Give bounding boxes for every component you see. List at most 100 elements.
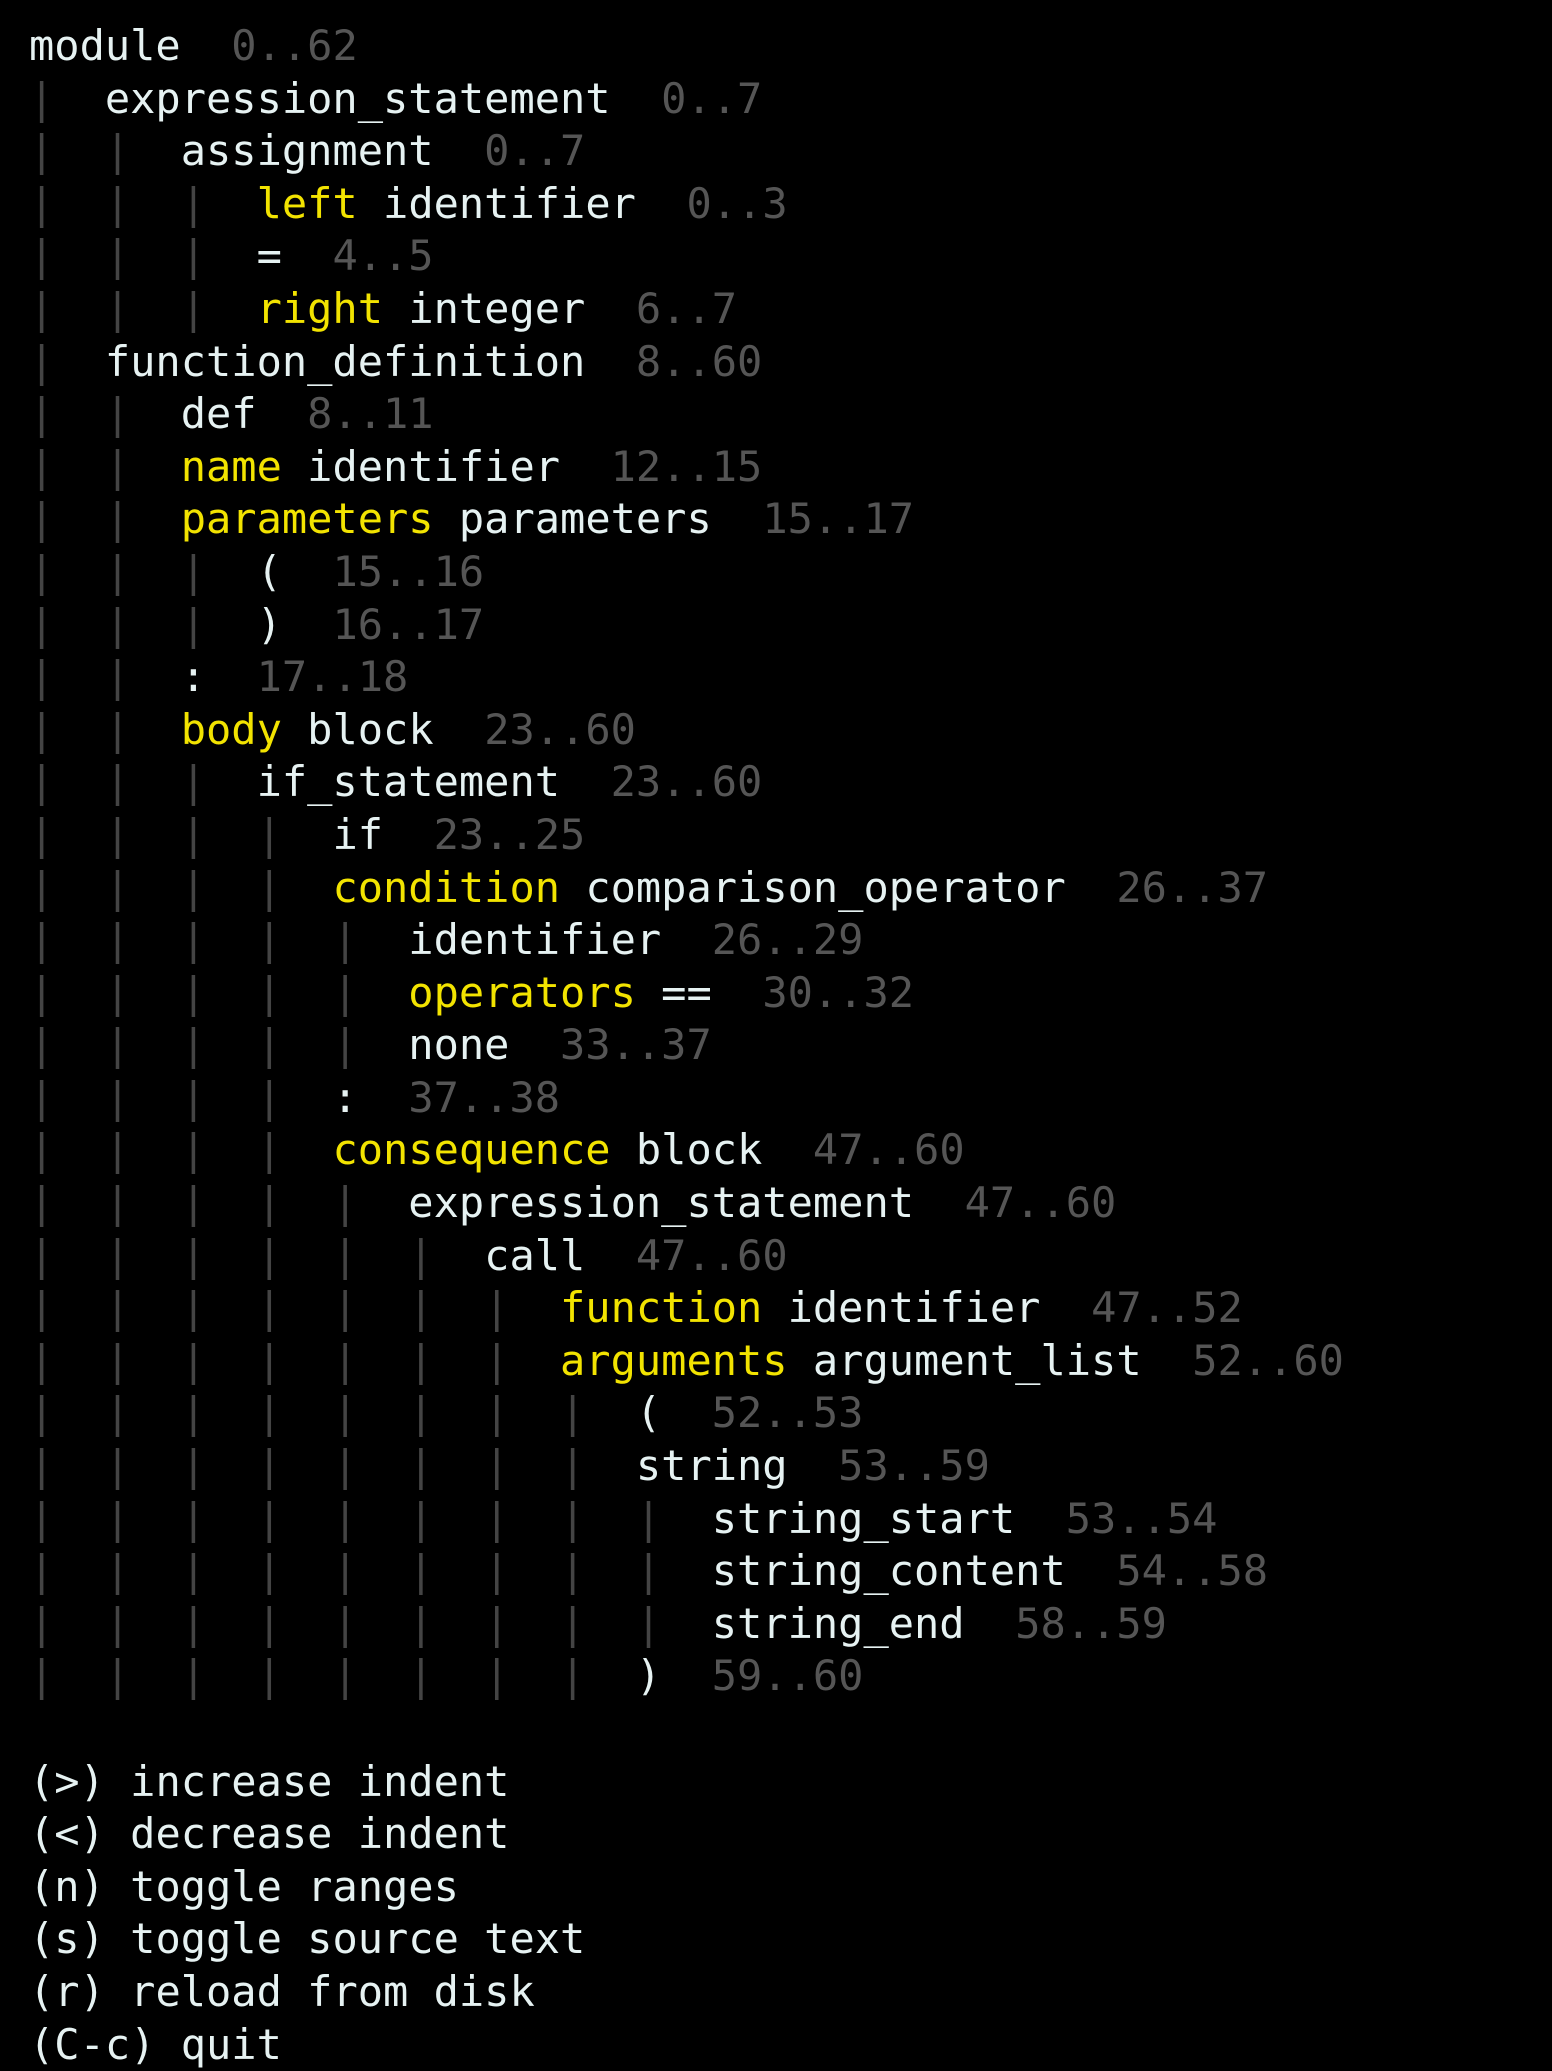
node-field-name: consequence — [332, 1125, 611, 1175]
tree-node[interactable]: | function_definition 8..60 — [29, 336, 1344, 389]
tree-node[interactable]: | | assignment 0..7 — [29, 125, 1344, 178]
node-kind: parameters — [458, 494, 712, 544]
tree-guide-bar: | — [256, 1651, 333, 1701]
tree-guide-bar: | — [332, 1651, 409, 1701]
tree-guide-bar: | — [180, 1651, 257, 1701]
tree-node[interactable]: | | | right integer 6..7 — [29, 283, 1344, 336]
tree-guide-bar: | — [180, 1388, 257, 1438]
tree-guide-bar: | — [180, 1230, 257, 1280]
node-kind: string_start — [711, 1493, 1016, 1543]
tree-node[interactable]: | | | | | | | function identifier 47..52 — [29, 1282, 1344, 1335]
node-range: 4..5 — [332, 231, 434, 281]
tree-guide-bar: | — [484, 1335, 561, 1385]
node-range: 33..37 — [560, 1020, 712, 1070]
tree-node[interactable]: | | | | if 23..25 — [29, 809, 1344, 862]
tree-guide-bar: | — [180, 178, 257, 228]
tree-node[interactable]: | | : 17..18 — [29, 651, 1344, 704]
tree-guide-bar: | — [256, 1441, 333, 1491]
tree-guide-bar: | — [29, 546, 105, 596]
tree-node[interactable]: | | def 8..11 — [29, 388, 1344, 441]
node-range: 0..62 — [231, 21, 358, 70]
tree-node[interactable]: | | name identifier 12..15 — [29, 441, 1344, 494]
tree-node[interactable]: | | | | | | | | ( 52..53 — [29, 1387, 1344, 1440]
tree-guide-bar: | — [332, 1493, 409, 1543]
tree-guide-bar: | — [408, 1441, 485, 1491]
node-field-name: function — [560, 1283, 763, 1333]
node-kind: block — [635, 1125, 763, 1175]
node-kind: ) — [635, 1651, 662, 1701]
help-label: decrease indent — [130, 1809, 510, 1859]
tree-node[interactable]: | | | | : 37..38 — [29, 1072, 1344, 1125]
tree-guide-bar: | — [180, 231, 257, 281]
node-range: 16..17 — [332, 599, 485, 649]
node-range: 52..53 — [711, 1388, 864, 1438]
tree-node[interactable]: | | | | | identifier 26..29 — [29, 914, 1344, 967]
tree-node[interactable]: | | | left identifier 0..3 — [29, 178, 1344, 231]
tree-node[interactable]: | | | ) 16..17 — [29, 599, 1344, 652]
node-kind: assignment — [180, 126, 434, 176]
tree-node[interactable]: | | | | | | | arguments argument_list 52… — [29, 1335, 1344, 1388]
tree-node[interactable]: | | | | | | | | string 53..59 — [29, 1440, 1344, 1493]
tree-guide-bar: | — [29, 757, 105, 807]
tree-node[interactable]: | | | | condition comparison_operator 26… — [29, 862, 1344, 915]
tree-node[interactable]: | | | | | none 33..37 — [29, 1019, 1344, 1072]
tree-node[interactable]: | expression_statement 0..7 — [29, 73, 1344, 126]
tree-guide-bar: | — [408, 1388, 485, 1438]
tree-guide-bar: | — [560, 1388, 636, 1438]
node-field-name: right — [256, 283, 384, 333]
tree-guide-bar: | — [180, 1283, 257, 1333]
tree-guide-bar: | — [29, 126, 105, 176]
tree-node[interactable]: | | | | | | | | ) 59..60 — [29, 1650, 1344, 1703]
tree-guide-bar: | — [104, 1441, 181, 1491]
tree-guide-bar: | — [104, 389, 181, 439]
tree-guide-bar: | — [635, 1493, 712, 1543]
tree-guide-bar: | — [104, 704, 181, 754]
node-kind: ) — [256, 599, 282, 649]
tree-node[interactable]: | | body block 23..60 — [29, 704, 1344, 757]
tree-guide-bar: | — [104, 1335, 181, 1385]
tree-node[interactable]: | | | | | | call 47..60 — [29, 1230, 1344, 1283]
tree-guide-bar: | — [180, 1441, 257, 1491]
tree-node[interactable]: | | | ( 15..16 — [29, 546, 1344, 599]
tree-guide-bar: | — [332, 1178, 409, 1228]
tree-guide-bar: | — [104, 126, 181, 176]
node-range: 23..60 — [610, 757, 763, 807]
tree-guide-bar: | — [29, 283, 105, 333]
tree-node[interactable]: | | | | | operators == 30..32 — [29, 967, 1344, 1020]
tree-guide-bar: | — [256, 1335, 333, 1385]
node-range: 8..11 — [307, 389, 434, 439]
tree-guide-bar: | — [180, 546, 257, 596]
tree-guide-bar: | — [29, 1493, 105, 1543]
node-range: 37..38 — [408, 1072, 561, 1122]
tree-guide-bar: | — [408, 1493, 485, 1543]
syntax-tree: module 0..62 | expression_statement 0..7 |… — [29, 20, 1344, 1703]
tree-node[interactable]: | | | | | | | | | string_content 54..58 — [29, 1545, 1344, 1598]
node-range: 53..54 — [1065, 1493, 1218, 1543]
help-label: quit — [180, 2019, 282, 2069]
tree-guide-bar: | — [29, 809, 105, 859]
tree-node[interactable]: | | | | | | | | | string_start 53..54 — [29, 1493, 1344, 1546]
tree-node[interactable]: | | parameters parameters 15..17 — [29, 493, 1344, 546]
tree-guide-bar: | — [104, 1072, 181, 1122]
tree-node[interactable]: | | | | consequence block 47..60 — [29, 1124, 1344, 1177]
tree-guide-bar: | — [104, 283, 181, 333]
tree-guide-bar: | — [104, 1651, 181, 1701]
tree-node[interactable]: | | | = 4..5 — [29, 230, 1344, 283]
tree-guide-bar: | — [560, 1598, 636, 1648]
tree-node[interactable]: | | | | | expression_statement 47..60 — [29, 1177, 1344, 1230]
tree-guide-bar: | — [104, 1020, 181, 1070]
node-kind: identifier — [408, 915, 662, 965]
node-kind: if — [332, 809, 384, 859]
help-key: (r) — [29, 1966, 105, 2016]
node-range: 47..60 — [964, 1178, 1117, 1228]
node-range: 58..59 — [1015, 1598, 1167, 1648]
tree-node[interactable]: module 0..62 — [29, 20, 1344, 73]
node-kind: ( — [635, 1388, 662, 1438]
tree-guide-bar: | — [332, 1598, 409, 1648]
tree-node[interactable]: | | | | | | | | | string_end 58..59 — [29, 1598, 1344, 1651]
tree-guide-bar: | — [256, 1230, 333, 1280]
tree-guide-bar: | — [180, 1546, 257, 1596]
tree-guide-bar: | — [29, 1230, 105, 1280]
tree-node[interactable]: | | | if_statement 23..60 — [29, 756, 1344, 809]
node-range: 0..7 — [484, 126, 586, 176]
